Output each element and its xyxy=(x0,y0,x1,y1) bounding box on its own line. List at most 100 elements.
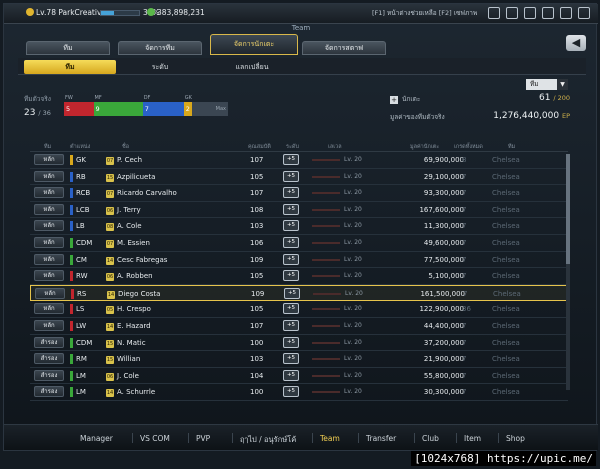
nav-4[interactable]: Team xyxy=(320,434,340,443)
player-grade: 7 xyxy=(462,189,467,198)
subtab-team[interactable]: ทีม xyxy=(24,60,116,74)
player-club: Chelsea xyxy=(492,189,520,198)
player-name: Azpilicueta xyxy=(117,172,156,181)
mail-icon[interactable] xyxy=(488,7,500,19)
table-row[interactable]: สำรอง LM 06 J. Cole 104 +5 Lv. 20 55,800,000 7 Ch… xyxy=(30,368,568,385)
status-button[interactable]: หลัก xyxy=(34,154,64,165)
position-label: GK xyxy=(184,95,192,101)
enhance-button[interactable]: +5 xyxy=(283,187,299,199)
player-level: Lv. 20 xyxy=(344,321,362,329)
col-club[interactable]: ทีม xyxy=(508,143,515,151)
col-value[interactable]: มูลค่านักเตะ xyxy=(410,143,439,151)
table-row[interactable]: สำรอง RM 15 Willian 103 +5 Lv. 20 21,900,000 7 Ch… xyxy=(30,351,568,368)
filter-dropdown[interactable]: ทีม ▼ xyxy=(526,79,568,90)
enhance-button[interactable]: +5 xyxy=(283,303,299,315)
col-team[interactable]: ทีม xyxy=(44,143,51,151)
status-button[interactable]: หลัก xyxy=(34,270,64,282)
nav-separator xyxy=(456,433,457,443)
plus-icon[interactable]: + xyxy=(390,96,398,104)
col-name[interactable]: ชื่อ xyxy=(122,143,129,151)
status-button[interactable]: หลัก xyxy=(34,203,64,215)
enhance-button[interactable]: +5 xyxy=(283,154,299,165)
enhance-button[interactable]: +5 xyxy=(283,236,299,248)
table-row[interactable]: หลัก LB 08 A. Cole 103 +5 Lv. 20 11,300,000 7 Che… xyxy=(30,218,568,235)
squad-max: / 36 xyxy=(38,109,51,117)
status-button[interactable]: หลัก xyxy=(34,236,64,248)
level-progress-bar xyxy=(313,292,341,295)
enhance-button[interactable]: +5 xyxy=(283,319,299,331)
subtab-exchange[interactable]: แลกเปลี่ยน xyxy=(206,60,298,74)
players-label: นักเตะ xyxy=(402,95,421,103)
tab-player-manage[interactable]: จัดการนักเตะ xyxy=(210,34,298,55)
enhance-button[interactable]: +5 xyxy=(283,369,299,381)
player-value: 37,200,000 xyxy=(423,338,464,347)
status-button[interactable]: สำรอง xyxy=(34,336,64,348)
enhance-button[interactable]: +5 xyxy=(284,287,300,299)
enhance-button[interactable]: +5 xyxy=(283,220,299,232)
status-button[interactable]: หลัก xyxy=(34,220,64,232)
enhance-button[interactable]: +5 xyxy=(283,253,299,265)
table-row[interactable]: หลัก LCB 06 J. Terry 108 +5 Lv. 20 167,600,000 7… xyxy=(30,202,568,219)
player-club: Chelsea xyxy=(492,321,520,330)
col-ovr[interactable]: คุณสมบัติ xyxy=(248,143,271,151)
level-progress-bar xyxy=(312,159,340,161)
level-progress-bar xyxy=(312,341,340,344)
status-button[interactable]: สำรอง xyxy=(34,386,64,398)
col-position[interactable]: ตำแหน่ง xyxy=(70,143,90,151)
nav-6[interactable]: Club xyxy=(422,434,439,443)
nav-7[interactable]: Item xyxy=(464,434,481,443)
settings-icon[interactable] xyxy=(542,7,554,19)
status-button[interactable]: หลัก xyxy=(35,287,65,299)
table-row[interactable]: หลัก RCB 07 Ricardo Carvalho 107 +5 Lv. 20 93,3… xyxy=(30,185,568,202)
status-button[interactable]: หลัก xyxy=(34,319,64,331)
position-distribution-bar: FW 5 MF 9 DF 7 GK 2 Max xyxy=(64,95,228,116)
table-row[interactable]: หลัก CM 14 Cesc Fabregas 109 +5 Lv. 20 77,500,0… xyxy=(30,252,568,269)
nav-2[interactable]: PVP xyxy=(196,434,210,443)
col-level[interactable]: เลเวล xyxy=(328,143,342,151)
nav-3[interactable]: ฤๅไป / อนุรักษ์โค้ xyxy=(240,434,296,446)
checklist-icon[interactable] xyxy=(524,7,536,19)
nav-1[interactable]: VS COM xyxy=(140,434,170,443)
table-row[interactable]: สำรอง LM 14 A. Schurrle 100 +5 Lv. 20 30,300,00… xyxy=(30,384,568,401)
minimize-icon[interactable] xyxy=(560,7,572,19)
table-row[interactable]: หลัก LS 05 H. Crespo 105 +5 Lv. 20 122,900,000 3… xyxy=(30,301,568,318)
status-button[interactable]: สำรอง xyxy=(34,353,64,365)
table-row[interactable]: หลัก CDM 07 M. Essien 106 +5 Lv. 20 49,600,000 7… xyxy=(30,235,568,252)
table-row[interactable]: หลัก RB 15 Azpilicueta 105 +5 Lv. 20 29,100,000… xyxy=(30,169,568,186)
enhance-button[interactable]: +5 xyxy=(283,203,299,215)
table-row[interactable]: หลัก RS 14 Diego Costa 109 +5 Lv. 20 161,500,00… xyxy=(30,284,568,302)
table-scrollbar[interactable] xyxy=(566,154,570,390)
status-button[interactable]: หลัก xyxy=(34,303,64,315)
table-row[interactable]: หลัก LW 14 E. Hazard 107 +5 Lv. 20 44,400,000 7 C… xyxy=(30,318,568,335)
enhance-button[interactable]: +5 xyxy=(283,353,299,365)
close-icon[interactable] xyxy=(578,7,590,19)
enhance-button[interactable]: +5 xyxy=(283,336,299,348)
nav-8[interactable]: Shop xyxy=(506,434,525,443)
tab-staff-manage[interactable]: จัดการสตาฟ xyxy=(302,41,386,55)
tab-team-manage[interactable]: จัดการทีม xyxy=(118,41,202,55)
subtab-level[interactable]: ระดับ xyxy=(114,60,206,74)
enhance-button[interactable]: +5 xyxy=(283,270,299,282)
player-position: LM xyxy=(76,371,86,380)
nav-5[interactable]: Transfer xyxy=(366,434,396,443)
enhance-button[interactable]: +5 xyxy=(283,170,299,182)
status-button[interactable]: หลัก xyxy=(34,253,64,265)
calendar-icon[interactable] xyxy=(506,7,518,19)
player-club: Chelsea xyxy=(492,355,520,364)
status-button[interactable]: หลัก xyxy=(34,170,64,182)
player-name: N. Matic xyxy=(117,338,146,347)
nav-0[interactable]: Manager xyxy=(80,434,113,443)
tab-team[interactable]: ทีม xyxy=(26,41,110,55)
table-row[interactable]: สำรอง CDM 15 N. Matic 100 +5 Lv. 20 37,200,000 7… xyxy=(30,335,568,352)
col-enhance[interactable]: ระดับ xyxy=(286,143,299,151)
back-button[interactable]: ◀ xyxy=(566,35,586,51)
table-row[interactable]: หลัก GK 07 P. Cech 107 +5 Lv. 20 69,900,000 8 Che… xyxy=(30,152,568,169)
scroll-thumb[interactable] xyxy=(566,154,570,264)
enhance-button[interactable]: +5 xyxy=(283,386,299,398)
game-window: Lv.78 ParkCreative 33% 383,898,231 [F1] … xyxy=(3,3,598,451)
status-button[interactable]: สำรอง xyxy=(34,369,64,381)
status-button[interactable]: หลัก xyxy=(34,187,64,199)
col-grade[interactable]: เกรดทั้งหมด xyxy=(454,143,483,151)
table-row[interactable]: หลัก RW 06 A. Robben 105 +5 Lv. 20 5,100,000 7 Ch… xyxy=(30,268,568,285)
team-value: 1,276,440,000 EP xyxy=(493,111,570,121)
